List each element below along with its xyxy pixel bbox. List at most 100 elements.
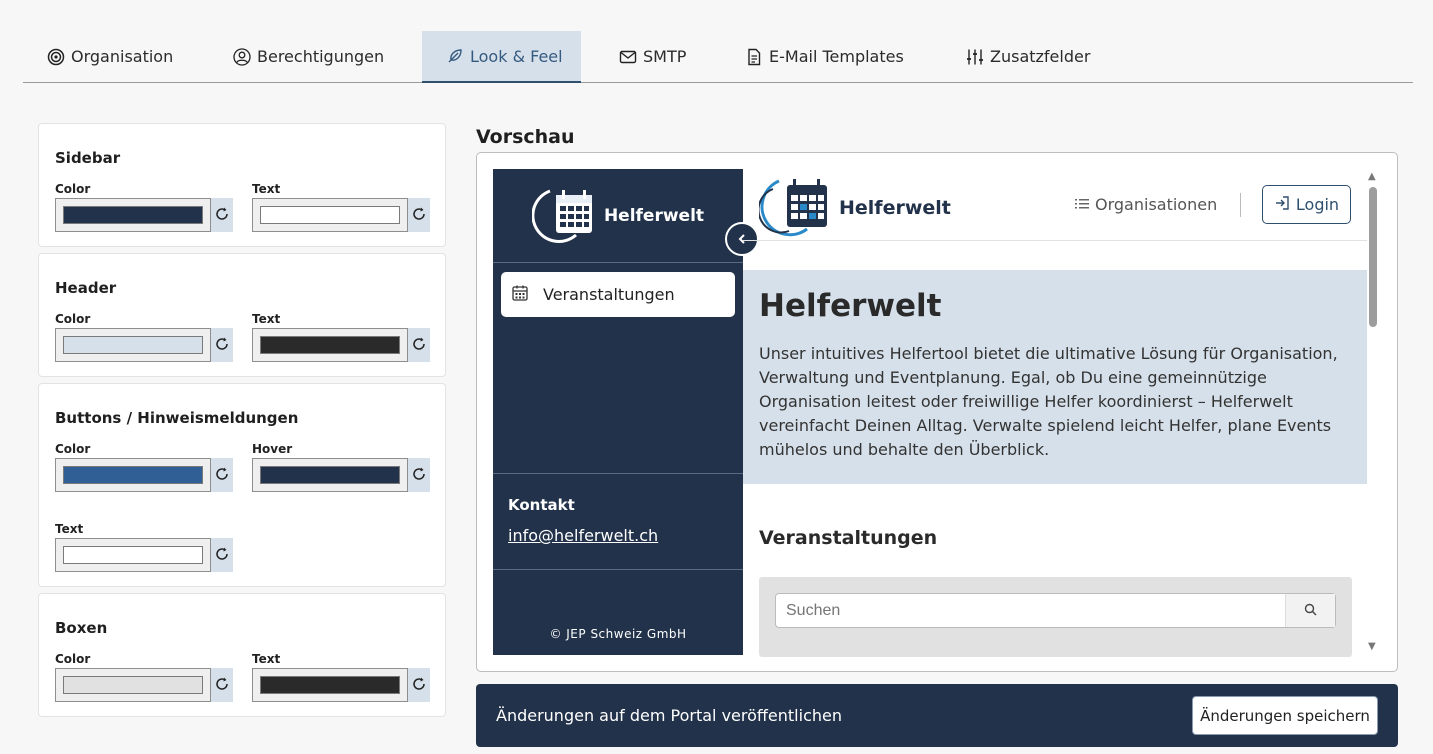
card-title: Sidebar bbox=[55, 149, 121, 167]
mail-icon bbox=[619, 48, 637, 66]
tab-berechtigungen[interactable]: Berechtigungen bbox=[233, 31, 384, 82]
color-swatch bbox=[260, 676, 400, 694]
color-input[interactable] bbox=[55, 328, 211, 362]
reset-button[interactable] bbox=[211, 328, 233, 362]
scrollbar-thumb[interactable] bbox=[1369, 187, 1377, 327]
settings-tabs: Organisation Berechtigungen Look & Feel … bbox=[23, 31, 1413, 83]
calendar-icon bbox=[511, 284, 529, 306]
tab-label: SMTP bbox=[643, 47, 687, 66]
list-icon bbox=[1075, 195, 1089, 214]
organisationen-label: Organisationen bbox=[1095, 195, 1218, 214]
hero-section: Helferwelt Unser intuitives Helfertool b… bbox=[743, 270, 1367, 484]
tab-label: Zusatzfelder bbox=[990, 47, 1091, 66]
search-button[interactable] bbox=[1285, 594, 1335, 627]
search-icon bbox=[1304, 601, 1317, 620]
user-circle-icon bbox=[233, 47, 251, 66]
tab-organisation[interactable]: Organisation bbox=[47, 31, 173, 82]
refresh-icon bbox=[215, 546, 229, 565]
logo-text: Helferwelt bbox=[603, 205, 705, 226]
contact-section: Kontakt info@helferwelt.ch bbox=[493, 473, 743, 570]
color-input[interactable] bbox=[252, 458, 408, 492]
refresh-icon bbox=[215, 206, 229, 225]
card-title: Buttons / Hinweismeldungen bbox=[55, 409, 299, 427]
color-input[interactable] bbox=[55, 458, 211, 492]
buttons-hover-picker bbox=[252, 458, 430, 492]
field-label: Color bbox=[55, 182, 91, 196]
tab-label: Look & Feel bbox=[470, 46, 563, 66]
preview-sidebar: Helferwelt Veranstaltungen Kontakt info@… bbox=[493, 169, 743, 655]
tab-zusatzfelder[interactable]: Zusatzfelder bbox=[966, 31, 1090, 82]
field-label: Hover bbox=[252, 442, 293, 456]
reset-button[interactable] bbox=[211, 668, 233, 702]
sidebar-item-label: Veranstaltungen bbox=[543, 285, 675, 304]
color-input[interactable] bbox=[252, 198, 408, 232]
preview-frame: Helferwelt Veranstaltungen Kontakt info@… bbox=[476, 152, 1398, 672]
tab-look-and-feel[interactable]: Look & Feel bbox=[422, 31, 581, 83]
login-label: Login bbox=[1295, 195, 1340, 214]
copyright: © JEP Schweiz GmbH bbox=[549, 627, 687, 641]
contact-email-link[interactable]: info@helferwelt.ch bbox=[508, 526, 658, 545]
color-swatch bbox=[63, 206, 203, 224]
document-icon bbox=[745, 48, 763, 66]
header-settings-card: Header Color Text bbox=[38, 253, 446, 377]
color-input[interactable] bbox=[55, 198, 211, 232]
target-icon bbox=[47, 48, 65, 66]
reset-button[interactable] bbox=[211, 198, 233, 232]
publish-text: Änderungen auf dem Portal veröffentliche… bbox=[496, 706, 842, 725]
reset-button[interactable] bbox=[408, 328, 430, 362]
color-input[interactable] bbox=[55, 668, 211, 702]
field-label: Color bbox=[55, 442, 91, 456]
scroll-down-icon[interactable]: ▼ bbox=[1368, 641, 1376, 652]
boxen-text-picker bbox=[252, 668, 430, 702]
field-label: Color bbox=[55, 312, 91, 326]
section-title: Veranstaltungen bbox=[759, 527, 938, 549]
reset-button[interactable] bbox=[408, 198, 430, 232]
sidebar-logo: Helferwelt bbox=[493, 169, 743, 263]
tab-label: Berechtigungen bbox=[257, 47, 385, 66]
login-button[interactable]: Login bbox=[1262, 185, 1351, 224]
color-swatch bbox=[63, 676, 203, 694]
color-input[interactable] bbox=[252, 328, 408, 362]
reset-button[interactable] bbox=[211, 458, 233, 492]
tab-smtp[interactable]: SMTP bbox=[619, 31, 686, 82]
field-label: Color bbox=[55, 652, 91, 666]
save-changes-button[interactable]: Änderungen speichern bbox=[1192, 696, 1378, 735]
organisationen-link[interactable]: Organisationen bbox=[1075, 195, 1217, 214]
reset-button[interactable] bbox=[408, 458, 430, 492]
color-input[interactable] bbox=[55, 538, 211, 572]
card-title: Boxen bbox=[55, 619, 108, 637]
sidebar-color-picker bbox=[55, 198, 233, 232]
helferwelt-logo-icon bbox=[531, 185, 600, 247]
color-swatch bbox=[63, 466, 203, 484]
buttons-settings-card: Buttons / Hinweismeldungen Color Hover T… bbox=[38, 383, 446, 587]
reset-button[interactable] bbox=[211, 538, 233, 572]
boxen-settings-card: Boxen Color Text bbox=[38, 593, 446, 717]
feather-icon bbox=[446, 47, 464, 65]
sidebar-item-veranstaltungen[interactable]: Veranstaltungen bbox=[501, 272, 735, 317]
color-swatch bbox=[63, 546, 203, 564]
search-input[interactable] bbox=[776, 594, 1285, 627]
tab-email-templates[interactable]: E-Mail Templates bbox=[745, 31, 904, 82]
scroll-up-icon[interactable]: ▲ bbox=[1368, 171, 1376, 182]
tab-label: E-Mail Templates bbox=[769, 47, 904, 66]
boxen-color-picker bbox=[55, 668, 233, 702]
sidebar-text-picker bbox=[252, 198, 430, 232]
color-swatch bbox=[260, 206, 400, 224]
header-color-picker bbox=[55, 328, 233, 362]
color-swatch bbox=[260, 336, 400, 354]
preview-scrollbar[interactable]: ▲ ▼ bbox=[1367, 169, 1379, 655]
sidebar-settings-card: Sidebar Color Text bbox=[38, 123, 446, 247]
field-label: Text bbox=[252, 312, 281, 326]
header-divider bbox=[1240, 193, 1241, 217]
helferwelt-logo-icon bbox=[757, 175, 835, 241]
reset-button[interactable] bbox=[408, 668, 430, 702]
contact-title: Kontakt bbox=[508, 496, 575, 514]
refresh-icon bbox=[412, 676, 426, 695]
refresh-icon bbox=[215, 466, 229, 485]
search-box-container bbox=[759, 577, 1352, 657]
color-input[interactable] bbox=[252, 668, 408, 702]
color-swatch bbox=[260, 466, 400, 484]
refresh-icon bbox=[412, 336, 426, 355]
field-label: Text bbox=[252, 652, 281, 666]
sliders-icon bbox=[966, 48, 984, 66]
